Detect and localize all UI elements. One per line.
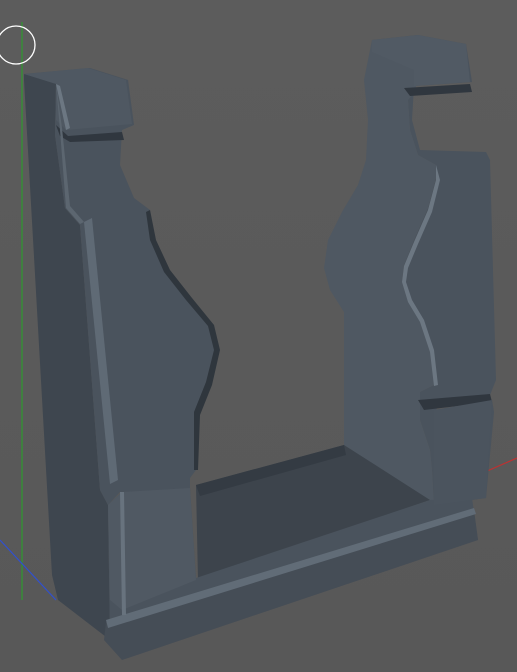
base-right-pillar	[434, 400, 492, 505]
3d-viewport[interactable]	[0, 0, 517, 672]
u-shaped-bracket-model[interactable]	[24, 35, 496, 660]
z-axis-line	[0, 539, 57, 601]
viewport-canvas[interactable]	[0, 0, 517, 672]
view-origin-circle-icon[interactable]	[0, 25, 36, 65]
